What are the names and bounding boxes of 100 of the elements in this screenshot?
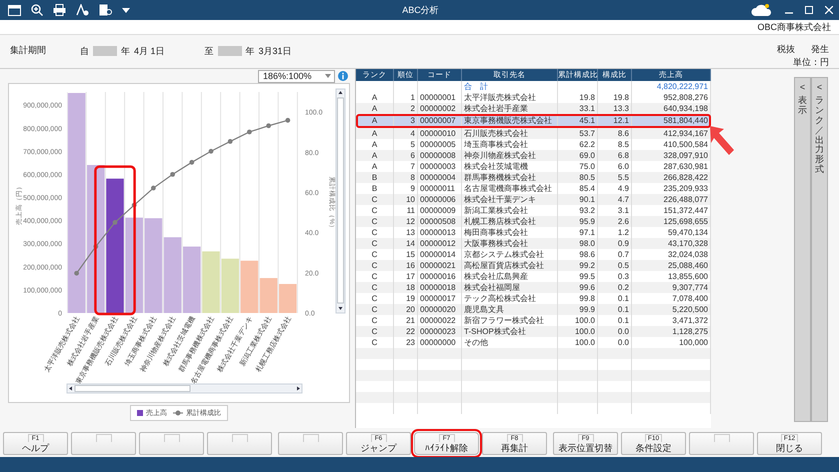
point [285,118,290,123]
table-cell: 12 [394,216,418,227]
table-cell: 4.7 [598,194,632,205]
table-cell: 16 [394,260,418,271]
side-tab[interactable]: < 表示 [794,77,811,422]
vertical-scrollbar[interactable] [336,88,346,314]
close-icon[interactable] [825,6,833,14]
tab-label: 表示 [798,96,807,116]
unit-label: 単位：円 [793,56,829,68]
legend-line-icon [173,410,183,416]
table-cell: C [356,260,394,271]
table-cell: C [356,238,394,249]
table-row[interactable]: C 18 00000018 株式会社福岡屋 99.6 0.2 9,307,774 [356,282,711,293]
table-cell: 鹿児島文具 [462,304,558,315]
table-cell: 69.0 [558,150,598,161]
table-row[interactable]: B 8 00000004 群馬事務機株式会社 80.5 5.5 266,828,422 [356,172,711,183]
bar[interactable] [106,178,124,313]
tab-label: ランク／出力形式 [815,96,824,176]
year-suffix: 年 [246,46,255,56]
table-cell: 53.7 [558,128,598,139]
pen-tool-icon[interactable] [76,4,89,16]
table-row[interactable]: C 12 00000508 札幌工務店株式会社 95.9 2.6 125,698,655 [356,216,711,227]
point [189,160,194,165]
legend-swatch-icon [137,410,143,416]
table-cell: 00000008 [418,150,462,161]
table-cell: 高松屋百貨店株式会社 [462,260,558,271]
table-row[interactable]: C 20 00000020 鹿児島文具 99.9 0.1 5,220,500 [356,304,711,315]
point [228,139,233,144]
caret-icon [325,74,331,78]
point [151,186,156,190]
table-cell: 80.5 [558,172,598,183]
table-cell: 00000023 [418,326,462,337]
table-cell: 6.8 [598,150,632,161]
table-row[interactable]: C 22 00000023 T-SHOP株式会社 100.0 0.0 1,128,275 [356,326,711,337]
table-cell: 石川販売株式会社 [462,128,558,139]
table-cell: 98.0 [558,238,598,249]
period-date: 4月 1日 [134,46,165,56]
export-icon[interactable] [99,4,112,16]
table-cell: 00000020 [418,304,462,315]
year-suffix: 年 [121,46,130,56]
horizontal-scrollbar[interactable] [66,384,302,394]
total-label: 合 計 [462,81,558,92]
tax-option: 税抜 [777,44,795,56]
table-row[interactable]: C 10 00000006 株式会社千葉デンキ 90.1 4.7 226,488,077 [356,194,711,205]
table-row[interactable]: C 16 00000021 高松屋百貨店株式会社 99.2 0.5 25,088,460 [356,260,711,271]
table-cell: B [356,172,394,183]
blank-function-key[interactable] [689,432,754,455]
table-cell: 95.9 [558,216,598,227]
table-cell: 神奈川物産株式会社 [462,150,558,161]
blank-function-key[interactable] [139,432,204,455]
table-row[interactable]: A 4 00000010 石川販売株式会社 53.7 8.6 412,934,167 [356,128,711,139]
zoom-select[interactable]: 186%:100% [258,70,335,82]
table-cell: 4 [394,128,418,139]
table-cell: 2.6 [598,216,632,227]
table-cell: 0.5 [598,260,632,271]
total-sales: 4,820,222,971 [632,81,711,92]
bar[interactable] [183,246,201,313]
dropdown-icon[interactable] [122,8,130,12]
table-cell: 25,088,460 [632,260,711,271]
period-label: 集計期間 [10,45,47,57]
table-cell: 90.1 [558,194,598,205]
window-icon[interactable] [8,4,21,16]
basis-option: 発生 [811,44,829,56]
blank-function-key[interactable] [207,432,272,455]
table-cell: C [356,282,394,293]
expand-arrow: < [816,82,822,92]
table-row[interactable]: A 6 00000008 神奈川物産株式会社 69.0 6.8 328,097,910 [356,150,711,161]
table-cell: 266,828,422 [632,172,711,183]
table-cell: 328,097,910 [632,150,711,161]
period-prefix: 至 [204,46,214,56]
table-row[interactable]: A 2 00000002 株式会社岩手産業 33.1 13.3 640,934,198 [356,103,711,114]
table-cell: 8.6 [598,128,632,139]
printer-icon[interactable] [53,4,66,16]
table-cell: 100.0 [558,326,598,337]
table-cell: 群馬事務機株式会社 [462,172,558,183]
table-cell: 00000006 [418,194,462,205]
point [112,220,118,225]
table-cell: 株式会社福岡屋 [462,282,558,293]
zoom-icon[interactable] [31,4,43,16]
table-cell: 43,170,328 [632,238,711,249]
table-cell: A [356,150,394,161]
masked-year [218,46,242,56]
blank-function-key[interactable] [71,432,136,455]
point [247,130,252,134]
table-row[interactable]: C 14 00000012 大阪事務株式会社 98.0 0.9 43,170,328 [356,238,711,249]
table-cell: 5,220,500 [632,304,711,315]
point [74,270,79,276]
selected-row[interactable]: A 3 00000007 東京事務機販売株式会社 45.1 12.1 581,804,440 [356,114,711,128]
table-cell: 札幌工務店株式会社 [462,216,558,227]
side-tab[interactable]: < ランク／出力形式 [811,77,828,422]
table-cell: C [356,194,394,205]
info-icon[interactable] [338,71,348,81]
table-cell: 99.2 [558,260,598,271]
blank-function-key[interactable] [278,432,343,455]
cloud-icon [751,2,773,18]
window-title: ABC分析 [401,4,440,16]
table-cell: 125,698,655 [632,216,711,227]
maximize-icon[interactable] [805,6,813,14]
table-cell: 00000018 [418,282,462,293]
period-date: 3月31日 [258,46,292,56]
